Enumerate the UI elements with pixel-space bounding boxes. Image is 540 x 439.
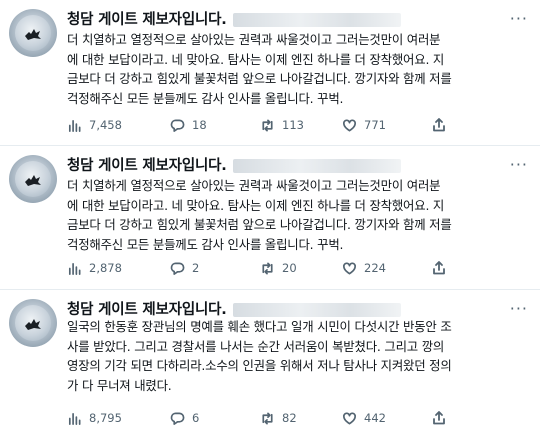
- blurred-handle: [233, 13, 401, 27]
- tweet-actions: 8,795 6 82 442: [67, 408, 528, 428]
- share-icon: [433, 261, 445, 275]
- bar-chart-icon: [68, 119, 81, 132]
- reply-count: 2: [192, 261, 200, 275]
- views-count: 8,795: [89, 411, 122, 425]
- share-button[interactable]: [431, 115, 447, 135]
- silhouette-icon: [25, 319, 41, 330]
- silhouette-icon: [25, 29, 41, 40]
- blurred-handle: [233, 159, 401, 173]
- tweet-text: 일국의 한동훈 장관님의 명예를 훼손 했다고 일개 시민이 다섯시간 반동안 …: [67, 319, 452, 393]
- like-count: 771: [364, 118, 386, 132]
- more-options-icon[interactable]: ···: [510, 10, 528, 28]
- heart-icon: [343, 261, 356, 274]
- tweet-actions: 7,458 18 113 771: [67, 115, 528, 135]
- retweet-icon: [262, 262, 273, 274]
- tweet-header: 청담 게이트 제보자입니다. ···: [67, 10, 528, 32]
- avatar[interactable]: [9, 9, 57, 57]
- reply-count: 6: [192, 411, 200, 425]
- display-name[interactable]: 청담 게이트 제보자입니다.: [67, 156, 227, 176]
- views-button[interactable]: 2,878: [67, 258, 122, 278]
- heart-icon: [343, 411, 356, 424]
- like-button[interactable]: 442: [342, 408, 386, 428]
- tweet-feed: 청담 게이트 제보자입니다. ··· 더 치열하고 열정적으로 살아있는 권력과…: [0, 0, 540, 439]
- retweet-icon: [262, 119, 273, 131]
- reply-button[interactable]: 6: [170, 408, 199, 428]
- retweet-icon: [262, 412, 273, 424]
- like-button[interactable]: 771: [342, 115, 386, 135]
- like-count: 224: [364, 261, 386, 275]
- views-count: 2,878: [89, 261, 122, 275]
- share-button[interactable]: [431, 408, 447, 428]
- silhouette-icon: [25, 175, 41, 186]
- reply-bubble-icon: [170, 262, 185, 275]
- tweet[interactable]: 청담 게이트 제보자입니다. ··· 일국의 한동훈 장관님의 명예를 훼손 했…: [0, 290, 540, 439]
- retweet-count: 113: [282, 118, 304, 132]
- views-count: 7,458: [89, 118, 122, 132]
- bar-chart-icon: [68, 262, 81, 275]
- blurred-handle: [233, 303, 401, 317]
- avatar[interactable]: [9, 155, 57, 203]
- bar-chart-icon: [68, 412, 81, 425]
- reply-button[interactable]: 18: [170, 115, 207, 135]
- avatar[interactable]: [9, 299, 57, 347]
- share-icon: [433, 411, 445, 425]
- tweet-actions: 2,878 2 20 224: [67, 258, 528, 278]
- tweet-header: 청담 게이트 제보자입니다. ···: [67, 156, 528, 178]
- tweet-text: 더 치열하게 열정적으로 살아있는 권력과 싸울것이고 그러는것만이 여러분 에…: [67, 178, 452, 252]
- retweet-count: 82: [282, 411, 297, 425]
- retweet-button[interactable]: 82: [260, 408, 297, 428]
- tweet[interactable]: 청담 게이트 제보자입니다. ··· 더 치열하고 열정적으로 살아있는 권력과…: [0, 0, 540, 146]
- share-icon: [433, 118, 445, 132]
- like-count: 442: [364, 411, 386, 425]
- retweet-count: 20: [282, 261, 297, 275]
- tweet[interactable]: 청담 게이트 제보자입니다. ··· 더 치열하게 열정적으로 살아있는 권력과…: [0, 146, 540, 290]
- like-button[interactable]: 224: [342, 258, 386, 278]
- views-button[interactable]: 7,458: [67, 115, 122, 135]
- retweet-button[interactable]: 113: [260, 115, 304, 135]
- more-options-icon[interactable]: ···: [510, 156, 528, 174]
- tweet-text: 더 치열하고 열정적으로 살아있는 권력과 싸울것이고 그러는것만이 여러분 에…: [67, 32, 452, 106]
- more-options-icon[interactable]: ···: [510, 300, 528, 318]
- reply-bubble-icon: [170, 119, 185, 132]
- reply-count: 18: [192, 118, 207, 132]
- views-button[interactable]: 8,795: [67, 408, 122, 428]
- reply-button[interactable]: 2: [170, 258, 199, 278]
- retweet-button[interactable]: 20: [260, 258, 297, 278]
- reply-bubble-icon: [170, 412, 185, 425]
- heart-icon: [343, 118, 356, 131]
- share-button[interactable]: [431, 258, 447, 278]
- display-name[interactable]: 청담 게이트 제보자입니다.: [67, 10, 227, 30]
